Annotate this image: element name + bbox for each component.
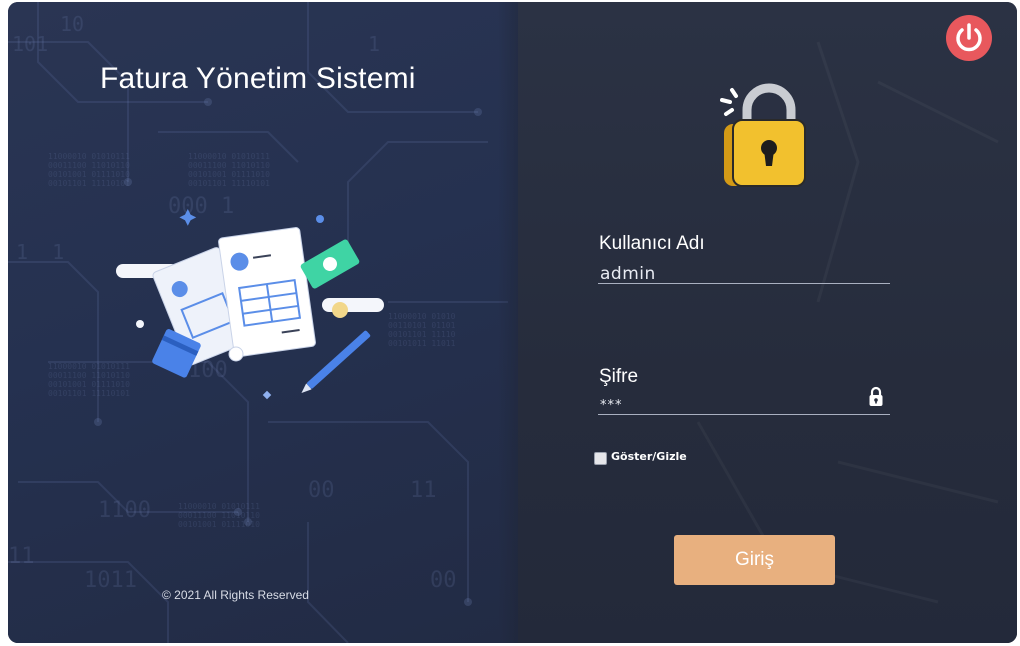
sparkle-icon <box>179 209 197 226</box>
app-title: Fatura Yönetim Sistemi <box>100 62 416 95</box>
password-label: Şifre <box>599 366 639 387</box>
password-underline <box>598 414 890 415</box>
login-window: 101 10 1 000 1 1 1 100 1100 00 11 1011 0… <box>8 2 1017 643</box>
invoice-illustration <box>116 209 384 400</box>
copyright-text: © 2021 All Rights Reserved <box>162 588 309 602</box>
username-label: Kullanıcı Adı <box>599 233 705 254</box>
power-button[interactable] <box>946 15 992 61</box>
power-icon <box>956 23 982 52</box>
username-underline <box>598 283 890 284</box>
padlock-icon <box>720 83 806 187</box>
lock-icon[interactable] <box>868 386 884 408</box>
left-panel: 101 10 1 000 1 1 1 100 1100 00 11 1011 0… <box>8 2 518 643</box>
login-button[interactable]: Giriş <box>674 535 835 585</box>
show-hide-checkbox[interactable] <box>594 452 607 465</box>
password-input[interactable] <box>598 395 862 415</box>
show-hide-label: Göster/Gizle <box>611 450 687 463</box>
